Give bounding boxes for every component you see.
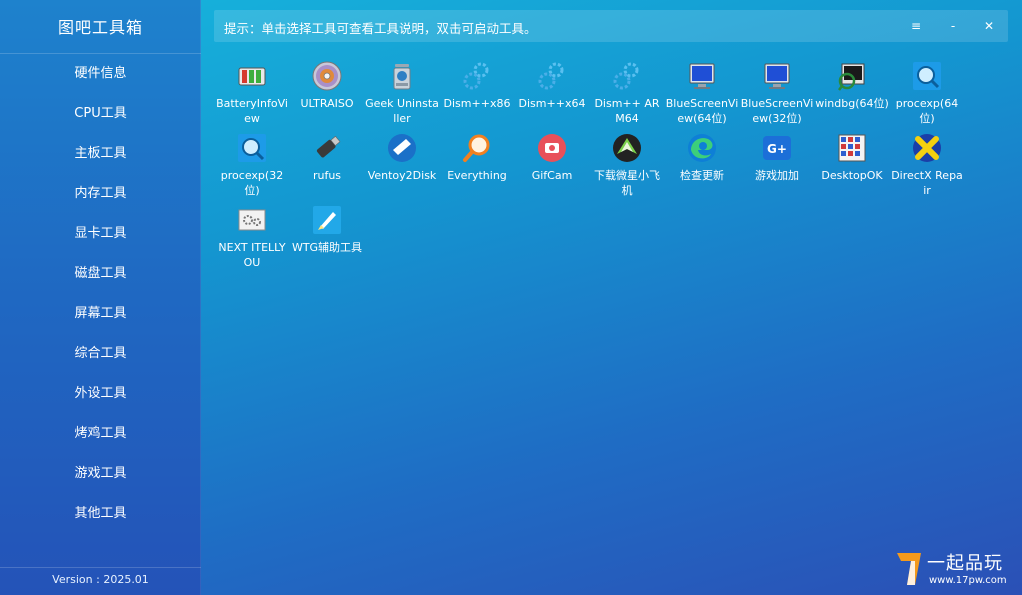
sidebar-item-screen-tools[interactable]: 屏幕工具	[0, 294, 201, 334]
afterburner-icon	[613, 134, 641, 162]
monitor-icon	[764, 63, 790, 89]
tool-label: Geek Uninstaller	[365, 97, 439, 125]
monitor-icon	[689, 63, 715, 89]
ventoy-icon	[388, 134, 416, 162]
sidebar-item-gpu-tools[interactable]: 显卡工具	[0, 214, 201, 254]
sidebar-item-disk-tools[interactable]: 磁盘工具	[0, 254, 201, 294]
tool-label: Everything	[447, 169, 507, 182]
trash-can-icon	[393, 64, 411, 90]
disc-icon	[312, 61, 342, 91]
17pw-logo-icon	[897, 553, 921, 585]
tool-bluescreenview-32[interactable]: BlueScreenView(32位)	[740, 58, 814, 128]
tool-label: procexp(32位)	[220, 169, 284, 197]
sidebar-item-cpu-tools[interactable]: CPU工具	[0, 94, 201, 134]
tool-label: Dism++ ARM64	[594, 97, 660, 125]
process-explorer-icon	[913, 62, 941, 90]
tool-wtg-helper[interactable]: WTG辅助工具	[290, 202, 364, 272]
gears-icon	[463, 62, 489, 90]
tool-label: DirectX Repair	[891, 169, 963, 197]
sidebar-item-other-tools[interactable]: 其他工具	[0, 494, 201, 534]
tool-label: WTG辅助工具	[291, 241, 363, 254]
tool-desktopok[interactable]: DesktopOK	[815, 130, 889, 200]
divider	[0, 567, 201, 568]
tool-ultraiso[interactable]: ULTRAISO	[290, 58, 364, 128]
svg-text:G+: G+	[767, 142, 787, 156]
tool-label: Dism++x86	[443, 97, 511, 110]
tool-dism-x64[interactable]: Dism++x64	[515, 58, 589, 128]
process-explorer-icon	[238, 134, 266, 162]
sidebar-item-hardware-info[interactable]: 硬件信息	[0, 54, 201, 94]
tool-label: rufus	[312, 169, 342, 182]
settings-window-icon	[238, 209, 266, 231]
edge-icon	[688, 134, 716, 162]
magnifier-icon	[463, 134, 490, 162]
sidebar-item-general-tools[interactable]: 综合工具	[0, 334, 201, 374]
tool-label: procexp(64位)	[895, 97, 959, 125]
tool-procexp-32[interactable]: procexp(32位)	[215, 130, 289, 200]
gears-icon	[538, 62, 564, 90]
tool-ventoy2disk[interactable]: Ventoy2Disk	[365, 130, 439, 200]
tool-label: 检查更新	[680, 169, 724, 182]
tool-label: GifCam	[531, 169, 573, 182]
gears-icon	[613, 62, 639, 90]
tool-label: 游戏加加	[755, 169, 799, 182]
menu-icon[interactable]: ≡	[906, 16, 926, 36]
tool-gifcam[interactable]: GifCam	[515, 130, 589, 200]
version-label: Version : 2025.01	[52, 573, 149, 586]
sidebar-item-game-tools[interactable]: 游戏工具	[0, 454, 201, 494]
tool-label: BlueScreenView(32位)	[740, 97, 814, 125]
tool-check-update[interactable]: 检查更新	[665, 130, 739, 200]
tool-label: 下载微星小飞机	[594, 169, 660, 197]
hint-bar: 提示：单击选择工具可查看工具说明，双击可启动工具。 ≡ - ✕	[214, 10, 1008, 42]
game-plus-icon: G+	[763, 136, 791, 160]
tool-grid: BatteryInfoView ULTRAISO Geek Uninstalle…	[215, 58, 975, 288]
tool-geek-uninstaller[interactable]: Geek Uninstaller	[365, 58, 439, 128]
app-title: 图吧工具箱	[57, 18, 143, 37]
tool-label: Dism++x64	[518, 97, 586, 110]
tool-label: Ventoy2Disk	[367, 169, 437, 182]
minimize-icon[interactable]: -	[943, 16, 963, 36]
tool-bluescreenview-64[interactable]: BlueScreenView(64位)	[665, 58, 739, 128]
desktop-grid-icon	[838, 134, 866, 162]
tool-batteryinfoview[interactable]: BatteryInfoView	[215, 58, 289, 128]
tool-dism-x86[interactable]: Dism++x86	[440, 58, 514, 128]
tool-label: BatteryInfoView	[216, 97, 288, 125]
rocket-icon	[313, 206, 341, 234]
tool-label: NEXT ITELLYOU	[218, 241, 286, 269]
tool-everything[interactable]: Everything	[440, 130, 514, 200]
tool-label: DesktopOK	[821, 169, 883, 182]
battery-icon	[238, 67, 266, 86]
tool-windbg-64[interactable]: windbg(64位)	[815, 58, 889, 128]
sidebar-item-peripheral-tools[interactable]: 外设工具	[0, 374, 201, 414]
close-icon[interactable]: ✕	[979, 16, 999, 36]
tool-label: ULTRAISO	[300, 97, 354, 110]
tool-msi-afterburner[interactable]: 下载微星小飞机	[590, 130, 664, 200]
watermark-url: www.17pw.com	[929, 575, 1007, 586]
debugger-icon	[838, 63, 865, 91]
camera-icon	[538, 134, 566, 162]
tool-dism-arm64[interactable]: Dism++ ARM64	[590, 58, 664, 128]
tool-game-plus[interactable]: G+ 游戏加加	[740, 130, 814, 200]
tool-label: windbg(64位)	[815, 97, 889, 110]
directx-icon	[913, 134, 941, 162]
sidebar: 图吧工具箱 硬件信息 CPU工具 主板工具 内存工具 显卡工具 磁盘工具 屏幕工…	[0, 0, 201, 595]
tool-next-itellyou[interactable]: NEXT ITELLYOU	[215, 202, 289, 272]
sidebar-item-memory-tools[interactable]: 内存工具	[0, 174, 201, 214]
sidebar-item-motherboard-tools[interactable]: 主板工具	[0, 134, 201, 174]
tool-rufus[interactable]: rufus	[290, 130, 364, 200]
sidebar-item-stress-test-tools[interactable]: 烤鸡工具	[0, 414, 201, 454]
usb-drive-icon	[316, 135, 341, 158]
tool-directx-repair[interactable]: DirectX Repair	[890, 130, 964, 200]
tool-procexp-64[interactable]: procexp(64位)	[890, 58, 964, 128]
hint-text: 提示：单击选择工具可查看工具说明，双击可启动工具。	[224, 21, 537, 36]
watermark: 一起品玩 www.17pw.com	[893, 547, 1021, 591]
watermark-text: 一起品玩	[927, 553, 1003, 574]
tool-label: BlueScreenView(64位)	[665, 97, 739, 125]
